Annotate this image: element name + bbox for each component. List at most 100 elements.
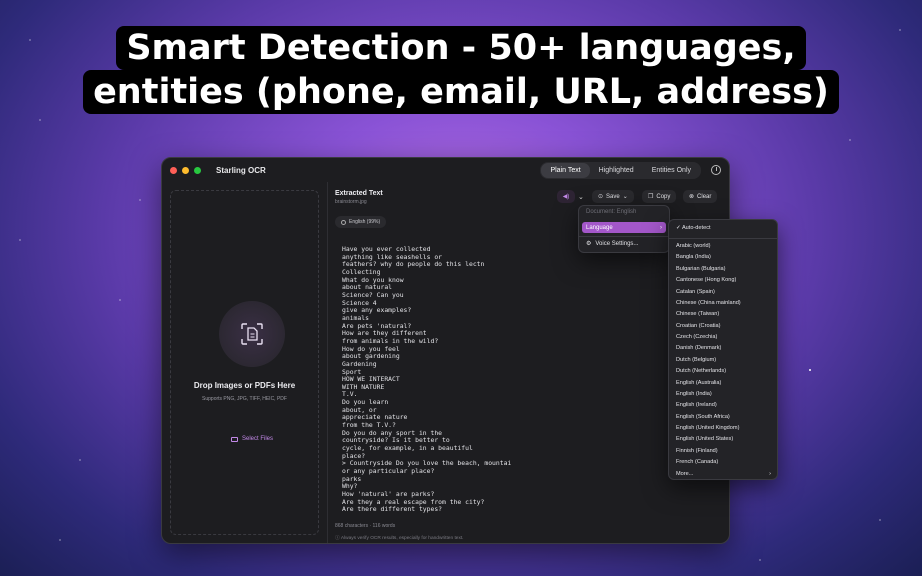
language-item[interactable]: Dutch (Netherlands) [669,366,777,377]
save-button-body: ⊙ Save ⌄ [592,190,634,203]
text-line: appreciate nature [342,413,408,422]
language-item-label: English (India) [676,390,712,397]
text-line: parks [342,474,362,483]
app-title: Starling OCR [216,165,266,175]
language-item-label: Bangla (India) [676,254,711,261]
clear-icon: ⊗ [689,194,695,200]
view-mode-control: Plain Text Highlighted Entities Only [540,162,701,179]
tab-plain-text[interactable]: Plain Text [541,163,590,178]
title-bar: Starling OCR Plain Text Highlighted Enti… [162,158,729,182]
speech-options-chevron-icon[interactable]: ⌄ [578,190,584,203]
language-submenu: ✓ Auto-detect Arabic (world) Bangla (Indi… [668,219,778,480]
voice-settings-menu-item[interactable]: ⚙ Voice Settings... [579,240,669,248]
text-line: give any examples? [342,306,412,315]
language-item-label: Cantonese (Hong Kong) [676,277,737,284]
language-item-label: Chinese (China mainland) [676,299,741,306]
save-button[interactable]: ⊙ Save ⌄ [592,190,634,203]
clear-button[interactable]: ⊗ Clear [683,190,718,203]
text-line: or any particular place? [342,467,435,476]
menu-divider [579,236,669,237]
text-line: Gardening [342,359,377,368]
language-item-label: English (Ireland) [676,402,717,409]
text-stats: 868 characters · 116 words [335,523,396,529]
clear-label: Clear [697,193,712,200]
language-item[interactable]: Danish (Denmark) [669,343,777,354]
text-line: cycle, for example, in a beautiful [342,444,473,453]
language-item-label: Czech (Czechia) [676,334,718,340]
verification-note: ⓘ Always verify OCR results, especially … [335,534,464,541]
language-item-label: Danish (Denmark) [676,345,722,352]
language-item[interactable]: Chinese (China mainland) [669,298,777,309]
verification-note-text: Always verify OCR results, especially fo… [340,536,464,541]
detected-language-badge: English (99%) [335,216,387,228]
language-item[interactable]: Chinese (Taiwan) [669,309,777,320]
speech-menu: Document: English Language › ⚙ Voice Set… [578,205,670,253]
menu-divider [669,238,777,239]
tab-entities-only[interactable]: Entities Only [643,163,700,178]
zoom-window-button[interactable] [194,166,201,174]
speak-button[interactable]: ◀) [557,190,575,203]
auto-detect-label: Auto-detect [681,225,711,231]
language-item[interactable]: English (United States) [669,434,777,445]
language-item-label: English (Australia) [676,379,722,386]
language-item[interactable]: Dutch (Belgium) [669,355,777,366]
drop-zone-subtitle: Supports PNG, JPG, TIFF, HEIC, PDF [202,396,287,402]
language-item[interactable]: Cantonese (Hong Kong) [669,275,777,286]
text-line: Do you learn [342,398,389,407]
chevron-down-icon: ⌄ [622,194,628,200]
minimize-window-button[interactable] [182,166,189,174]
speech-menu-header: Document: English [586,209,637,215]
language-item[interactable]: Croatian (Croatia) [669,321,777,332]
language-item-more[interactable]: More... › [669,469,777,480]
folder-icon [230,436,238,442]
language-item[interactable]: English (South Africa) [669,412,777,423]
language-item-label: Croatian (Croatia) [676,322,721,329]
copy-button[interactable]: ❐ Copy [642,190,677,203]
clock-icon[interactable] [711,165,721,175]
text-line: Science? Can you [342,290,404,299]
copy-label: Copy [656,193,671,200]
save-icon: ⊙ [598,194,604,200]
language-item-label: Catalan (Spain) [676,288,715,295]
language-item[interactable]: Bangla (India) [669,252,777,263]
headline-line-2: entities (phone, email, URL, address) [83,70,839,114]
drop-zone[interactable]: Drop Images or PDFs Here Supports PNG, J… [170,190,319,535]
copy-icon: ❐ [648,194,654,200]
language-item[interactable]: English (Ireland) [669,400,777,411]
language-item-label: Arabic (world) [676,243,711,249]
chevron-right-icon: › [660,224,662,231]
language-item[interactable]: Arabic (world) [669,241,777,252]
chevron-right-icon: › [769,470,771,477]
language-item[interactable]: Bulgarian (Bulgaria) [669,264,777,275]
language-item-label: Dutch (Netherlands) [676,368,727,375]
language-item-label: Finnish (Finland) [676,447,718,454]
tab-highlighted[interactable]: Highlighted [590,163,643,178]
speaker-icon: ◀) [557,190,575,203]
language-item-label: Dutch (Belgium) [676,356,717,363]
language-item[interactable]: Catalan (Spain) [669,287,777,298]
language-item[interactable]: English (United Kingdom) [669,423,777,434]
text-line: What do you know [342,275,404,284]
import-pane: Drop Images or PDFs Here Supports PNG, J… [162,182,328,543]
language-menu-label: Language [586,224,613,231]
language-item[interactable]: English (India) [669,389,777,400]
language-item[interactable]: French (Canada) [669,457,777,468]
window-controls [170,166,201,174]
language-item-label: Bulgarian (Bulgaria) [676,265,726,272]
language-item[interactable]: Czech (Czechia) [669,332,777,343]
language-menu-item[interactable]: Language › [582,222,666,233]
document-scan-icon [241,323,263,345]
detected-language-label: English (99%) [349,219,381,225]
language-item-label: English (United Kingdom) [676,425,740,431]
language-item-label: French (Canada) [676,459,719,466]
select-files-button[interactable]: Select Files [219,431,285,447]
extracted-text-area[interactable]: Have you ever collected anything like sea… [342,245,721,514]
close-window-button[interactable] [170,166,177,174]
copy-button-body: ❐ Copy [642,190,677,203]
more-languages-label: More... [676,470,694,477]
language-item[interactable]: Finnish (Finland) [669,446,777,457]
language-item-auto-detect[interactable]: ✓ Auto-detect [669,220,777,237]
clear-button-body: ⊗ Clear [683,190,718,203]
headline-banner: Smart Detection - 50+ languages, entitie… [0,26,922,114]
language-item[interactable]: English (Australia) [669,378,777,389]
